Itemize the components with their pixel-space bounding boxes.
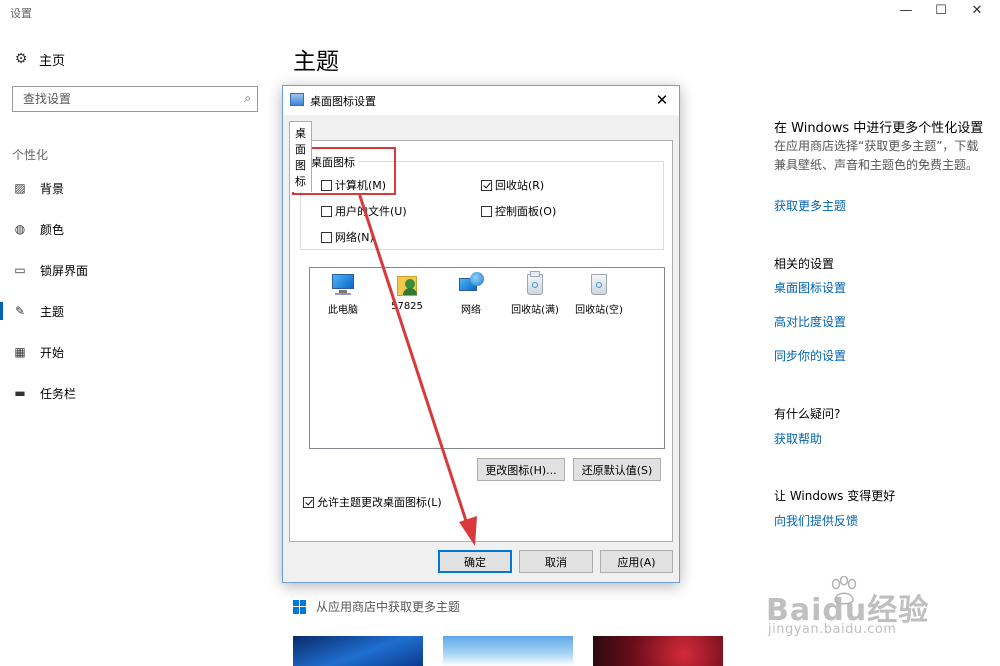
- checkbox-label: 允许主题更改桌面图标(L): [317, 496, 442, 509]
- get-help-link[interactable]: 获取帮助: [774, 430, 822, 447]
- icon-label: 此电脑: [328, 305, 358, 316]
- desktop-settings-icon: [290, 93, 304, 106]
- desktop-icon-settings-link[interactable]: 桌面图标设置: [774, 279, 846, 296]
- taskbar-icon: ▬: [14, 386, 26, 400]
- baidu-watermark: Baidu经验 jingyan.baidu.com: [756, 576, 986, 646]
- icon-item-this-pc[interactable]: 此电脑: [310, 270, 376, 316]
- watermark-url: jingyan.baidu.com: [768, 622, 897, 637]
- feedback-link[interactable]: 向我们提供反馈: [774, 512, 858, 529]
- sidebar-item-themes[interactable]: ✎ 主题: [0, 296, 260, 326]
- recycle-bin-full-icon: [522, 270, 548, 298]
- ok-button[interactable]: 确定: [438, 550, 512, 573]
- sidebar-item-colors[interactable]: ◍ 颜色: [0, 214, 260, 244]
- icon-item-recycle-bin-full[interactable]: 回收站(满): [502, 270, 568, 316]
- checkbox-box[interactable]: [321, 231, 332, 243]
- sidebar-item-lock-screen[interactable]: ▭ 锁屏界面: [0, 255, 260, 285]
- apply-button[interactable]: 应用(A): [600, 550, 673, 573]
- search-icon[interactable]: ⌕: [244, 91, 251, 106]
- sidebar-item-label: 主题: [40, 304, 65, 319]
- icon-label: 回收站(满): [511, 305, 559, 316]
- get-more-themes-link[interactable]: 获取更多主题: [774, 197, 846, 214]
- theme-thumbnail[interactable]: [293, 636, 423, 666]
- question-heading: 有什么疑问?: [774, 407, 841, 421]
- start-grid-icon: ▦: [14, 345, 26, 359]
- user-folder-icon: [394, 270, 420, 298]
- section-label: 个性化: [12, 148, 49, 162]
- theme-thumbnail[interactable]: [443, 636, 573, 666]
- checkbox-label: 用户的文件(U): [335, 205, 407, 218]
- control-panel-checkbox[interactable]: 控制面板(O): [481, 203, 556, 219]
- home-label: 主页: [39, 53, 66, 69]
- dialog-title: 桌面图标设置: [310, 95, 376, 108]
- app-title: 设置: [10, 7, 32, 20]
- tab-panel: 桌面图标 计算机(M) 回收站(R) 用户的文件(U) 控制面板(O) 网络(N…: [289, 140, 673, 542]
- window-titlebar: 设置 — ☐ ✕: [0, 0, 1000, 24]
- close-button[interactable]: ✕: [960, 0, 994, 22]
- checkbox-label: 网络(N): [335, 231, 374, 244]
- network-checkbox[interactable]: 网络(N): [321, 229, 374, 245]
- page-title: 主题: [293, 49, 339, 75]
- recycle-bin-empty-icon: [586, 270, 612, 298]
- palette-icon: ◍: [14, 222, 26, 236]
- sidebar-item-background[interactable]: ▨ 背景: [0, 173, 260, 203]
- icon-item-user-files[interactable]: 57825: [374, 270, 440, 312]
- computer-icon: [330, 270, 356, 298]
- store-icon: [293, 599, 307, 614]
- cancel-button[interactable]: 取消: [519, 550, 593, 573]
- checkbox-box[interactable]: [481, 205, 492, 217]
- maximize-button[interactable]: ☐: [924, 0, 958, 22]
- checkbox-label: 控制面板(O): [495, 205, 557, 218]
- related-settings-heading: 相关的设置: [774, 257, 835, 271]
- change-icon-button[interactable]: 更改图标(H)...: [477, 458, 565, 481]
- sidebar-item-label: 锁屏界面: [40, 263, 89, 278]
- search-input[interactable]: [13, 87, 223, 111]
- icon-label: 回收站(空): [575, 305, 623, 316]
- more-personalization-text: 在应用商店选择“获取更多主题”，下载兼具壁纸、声音和主题色的免费主题。: [774, 139, 979, 172]
- restore-default-button[interactable]: 还原默认值(S): [573, 458, 661, 481]
- sidebar-item-label: 开始: [40, 345, 65, 360]
- sidebar-home[interactable]: ⚙ 主页: [12, 50, 66, 69]
- allow-themes-checkbox[interactable]: 允许主题更改桌面图标(L): [303, 494, 442, 510]
- more-personalization-heading: 在 Windows 中进行更多个性化设置: [774, 121, 984, 136]
- tab-desktop-icons[interactable]: 桌面图标: [289, 121, 312, 192]
- high-contrast-settings-link[interactable]: 高对比度设置: [774, 313, 846, 330]
- gear-icon: ⚙: [14, 51, 28, 67]
- store-link-label: 从应用商店中获取更多主题: [316, 600, 461, 614]
- icon-item-network[interactable]: 网络: [438, 270, 504, 316]
- sidebar-item-taskbar[interactable]: ▬ 任务栏: [0, 378, 260, 408]
- checkbox-box[interactable]: [321, 205, 332, 217]
- dialog-close-icon[interactable]: ✕: [645, 86, 679, 115]
- improve-windows-heading: 让 Windows 变得更好: [774, 489, 896, 503]
- minimize-button[interactable]: —: [889, 0, 923, 22]
- sidebar-item-label: 背景: [40, 181, 65, 196]
- store-themes-link[interactable]: 从应用商店中获取更多主题: [293, 598, 460, 615]
- network-icon: [458, 270, 484, 298]
- checkbox-box[interactable]: [303, 496, 314, 508]
- sidebar-item-label: 颜色: [40, 222, 65, 237]
- recycle-bin-checkbox[interactable]: 回收站(R): [481, 177, 544, 193]
- search-box[interactable]: ⌕: [12, 86, 258, 112]
- icon-label: 57825: [391, 301, 423, 312]
- user-files-checkbox[interactable]: 用户的文件(U): [321, 203, 407, 219]
- checkbox-box[interactable]: [481, 179, 492, 191]
- theme-brush-icon: ✎: [14, 304, 26, 318]
- icon-label: 网络: [461, 305, 481, 316]
- active-indicator: [0, 302, 3, 320]
- checkbox-label: 回收站(R): [495, 179, 545, 192]
- sync-settings-link[interactable]: 同步你的设置: [774, 347, 846, 364]
- lock-screen-icon: ▭: [14, 263, 26, 277]
- dialog-titlebar[interactable]: 桌面图标设置 ✕: [283, 86, 679, 115]
- theme-thumbnail[interactable]: [593, 636, 723, 666]
- desktop-icon-list[interactable]: 此电脑 57825 网络 回收站(满) 回收站(空): [309, 267, 665, 449]
- sidebar-item-label: 任务栏: [40, 386, 77, 401]
- icon-item-recycle-bin-empty[interactable]: 回收站(空): [566, 270, 632, 316]
- image-icon: ▨: [14, 181, 26, 195]
- sidebar-item-start[interactable]: ▦ 开始: [0, 337, 260, 367]
